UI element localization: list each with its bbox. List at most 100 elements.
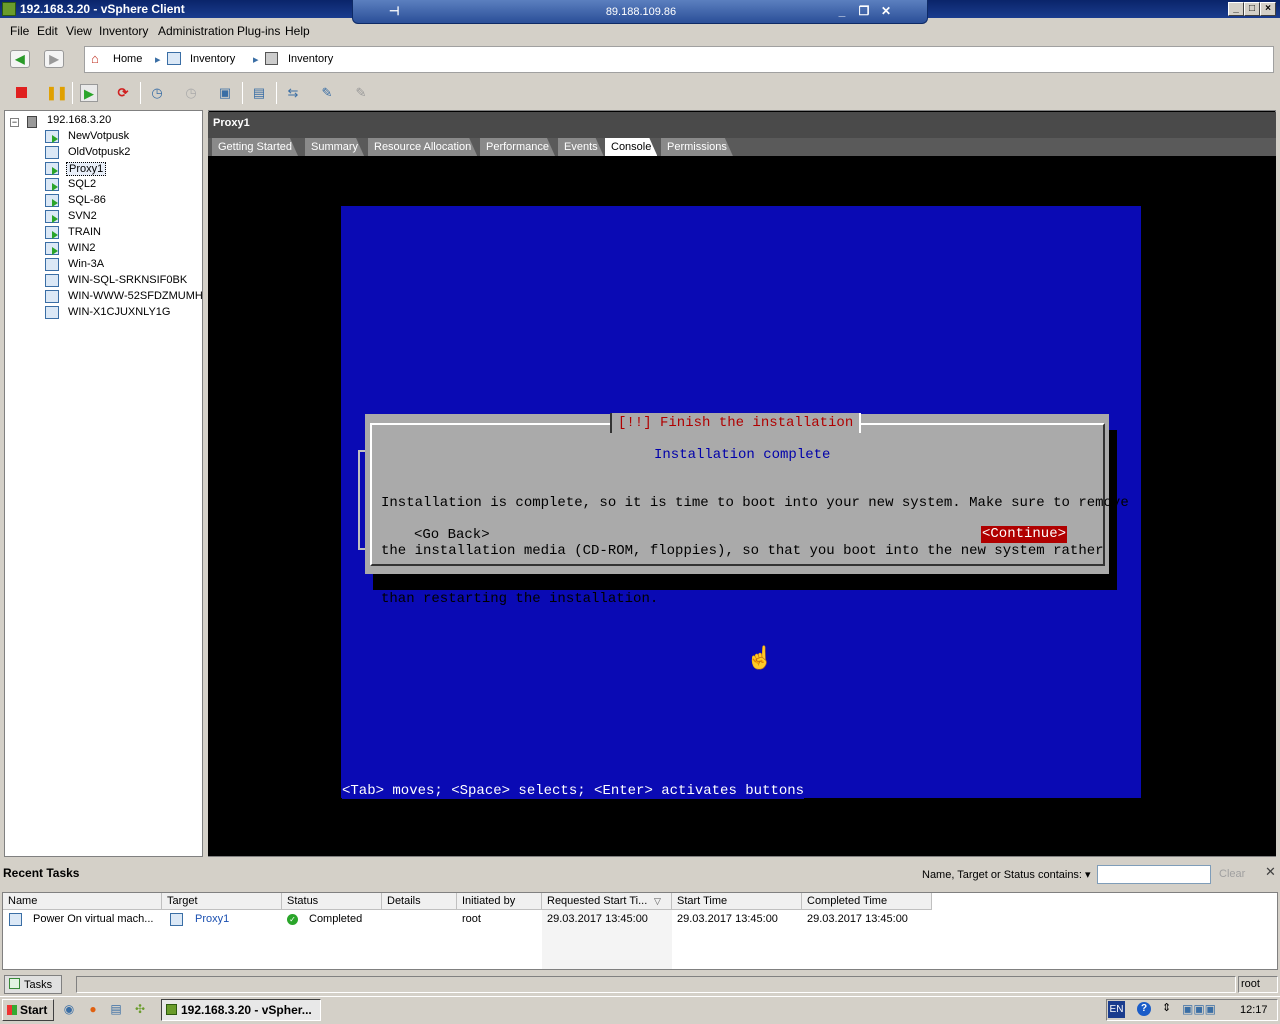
close-button[interactable]: × — [1260, 2, 1276, 16]
show-hidden-icons-icon[interactable]: ⇕ — [1162, 1001, 1171, 1014]
tab-summary[interactable]: Summary — [305, 138, 364, 156]
task-name[interactable]: Power On virtual mach... — [33, 913, 158, 925]
menu-bar: File Edit View Inventory Administration … — [0, 22, 1280, 40]
help-icon[interactable]: ? — [1137, 1002, 1151, 1016]
chevron-right-icon: ▸ — [253, 54, 259, 66]
revert-snapshot-icon[interactable]: ◷ — [182, 84, 200, 102]
vm-powered-off-icon — [45, 274, 59, 287]
rdp-restore-button[interactable]: ❐ — [855, 4, 873, 18]
tasks-icon — [9, 978, 20, 989]
column-header-start-time[interactable]: Start Time — [672, 893, 802, 910]
tree-vm-node[interactable]: WIN2 — [5, 241, 202, 257]
tab-console[interactable]: Console — [605, 138, 657, 156]
tree-vm-node[interactable]: Proxy1 — [5, 161, 202, 177]
tree-vm-label: OldVotpusk2 — [68, 146, 131, 158]
menu-file[interactable]: File — [10, 24, 29, 38]
column-header-requested-start[interactable]: Requested Start Ti... — [542, 893, 672, 910]
column-header-status[interactable]: Status — [282, 893, 382, 910]
vsphere-app-icon — [166, 1004, 177, 1015]
column-header-target[interactable]: Target — [162, 893, 282, 910]
menu-administration[interactable]: Administration — [158, 24, 234, 38]
network-icon[interactable]: ▣▣▣ — [1182, 1002, 1216, 1016]
rdp-close-button[interactable]: ✕ — [877, 4, 895, 18]
menu-plugins[interactable]: Plug-ins — [237, 24, 280, 38]
tree-host-node[interactable]: − 192.168.3.20 — [5, 113, 202, 129]
rdp-minimize-button[interactable]: _ — [833, 4, 851, 18]
start-button[interactable]: Start — [2, 999, 54, 1021]
firefox-icon[interactable]: ● — [85, 1002, 101, 1018]
tools-icon[interactable]: ✎ — [352, 84, 370, 102]
explorer-icon[interactable]: ▤ — [108, 1002, 124, 1018]
console-icon[interactable]: ▤ — [250, 84, 268, 102]
task-start-time: 29.03.2017 13:45:00 — [677, 913, 778, 925]
continue-button[interactable]: <Continue> — [981, 526, 1068, 543]
menu-inventory[interactable]: Inventory — [99, 24, 148, 38]
snapshot-manager-icon[interactable]: ▣ — [216, 84, 234, 102]
filter-input[interactable] — [1097, 865, 1211, 884]
tree-vm-node[interactable]: SVN2 — [5, 209, 202, 225]
keyboard-hint: <Tab> moves; <Space> selects; <Enter> ac… — [342, 783, 805, 799]
close-tasks-icon[interactable]: ✕ — [1265, 864, 1276, 880]
tree-vm-node[interactable]: WIN-X1CJUXNLY1G — [5, 305, 202, 321]
tree-vm-node[interactable]: OldVotpusk2 — [5, 145, 202, 161]
column-header-completed-time[interactable]: Completed Time — [802, 893, 932, 910]
tree-vm-node[interactable]: Win-3A — [5, 257, 202, 273]
tab-events[interactable]: Events — [558, 138, 604, 156]
tab-permissions[interactable]: Permissions — [661, 138, 733, 156]
tree-vm-node[interactable]: SQL2 — [5, 177, 202, 193]
filter-dropdown[interactable]: Name, Target or Status contains: ▾ — [922, 868, 1091, 881]
collapse-icon[interactable]: − — [10, 118, 19, 127]
tree-vm-label: WIN-SQL-SRKNSIF0BK — [68, 274, 188, 286]
edit-settings-icon[interactable]: ✎ — [318, 84, 336, 102]
vm-powered-off-icon — [45, 290, 59, 303]
tab-resource-allocation[interactable]: Resource Allocation — [368, 138, 477, 156]
vsphere-quicklaunch-icon[interactable]: ✣ — [132, 1002, 148, 1018]
tree-vm-node[interactable]: NewVotpusk — [5, 129, 202, 145]
forward-arrow-icon[interactable]: ▶ — [44, 50, 64, 68]
taskbar-item-vsphere[interactable]: 192.168.3.20 - vSpher... — [161, 999, 321, 1021]
snapshot-icon[interactable]: ◷ — [148, 84, 166, 102]
task-target-link[interactable]: Proxy1 — [195, 913, 229, 925]
clear-button[interactable]: Clear — [1219, 868, 1245, 880]
tasks-button[interactable]: Tasks — [4, 975, 62, 994]
breadcrumb-home[interactable]: Home — [113, 53, 142, 65]
tree-vm-node[interactable]: WIN-SQL-SRKNSIF0BK — [5, 273, 202, 289]
tree-vm-node[interactable]: SQL-86 — [5, 193, 202, 209]
tasks-label: Tasks — [24, 979, 53, 991]
minimize-button[interactable]: _ — [1228, 2, 1244, 16]
maximize-button[interactable]: □ — [1244, 2, 1260, 16]
breadcrumb-inventory-vms[interactable]: Inventory — [288, 53, 333, 65]
server-manager-icon[interactable]: ◉ — [61, 1002, 77, 1018]
tree-vm-label: TRAIN — [68, 226, 101, 238]
column-header-details[interactable]: Details — [382, 893, 457, 910]
tab-performance[interactable]: Performance — [480, 138, 555, 156]
back-arrow-icon[interactable]: ◀ — [10, 50, 30, 68]
menu-help[interactable]: Help — [285, 24, 310, 38]
column-header-initiated-by[interactable]: Initiated by — [457, 893, 542, 910]
column-header-name[interactable]: Name — [3, 893, 162, 910]
clock[interactable]: 12:17 — [1240, 1004, 1268, 1016]
reset-button[interactable]: ⟳ — [114, 84, 132, 102]
suspend-button[interactable]: ❚❚ — [46, 84, 68, 102]
dialog-title: [!!] Finish the installation — [610, 413, 862, 433]
vm-powered-on-icon — [45, 194, 59, 207]
tree-vm-label: SQL2 — [68, 178, 97, 190]
migrate-icon[interactable]: ⇆ — [284, 84, 302, 102]
language-indicator[interactable]: EN — [1108, 1001, 1125, 1018]
tree-vm-node[interactable]: TRAIN — [5, 225, 202, 241]
menu-edit[interactable]: Edit — [37, 24, 58, 38]
power-off-button[interactable] — [12, 84, 30, 102]
tab-getting-started[interactable]: Getting Started — [212, 138, 298, 156]
dialog-subtitle: Installation complete — [654, 447, 831, 463]
vm-icon — [170, 913, 183, 926]
breadcrumb-inventory[interactable]: Inventory — [190, 53, 235, 65]
toolbar-separator — [242, 82, 243, 104]
hand-cursor-icon: ☝ — [746, 645, 774, 670]
task-icon — [9, 913, 22, 926]
tree-vm-node[interactable]: WIN-WWW-52SFDZMUMH — [5, 289, 203, 305]
menu-view[interactable]: View — [66, 24, 92, 38]
power-on-button[interactable]: ▶ — [80, 84, 98, 102]
go-back-button[interactable]: <Go Back> — [414, 527, 490, 543]
vm-powered-on-icon — [45, 162, 59, 175]
toolbar-separator — [72, 82, 73, 104]
